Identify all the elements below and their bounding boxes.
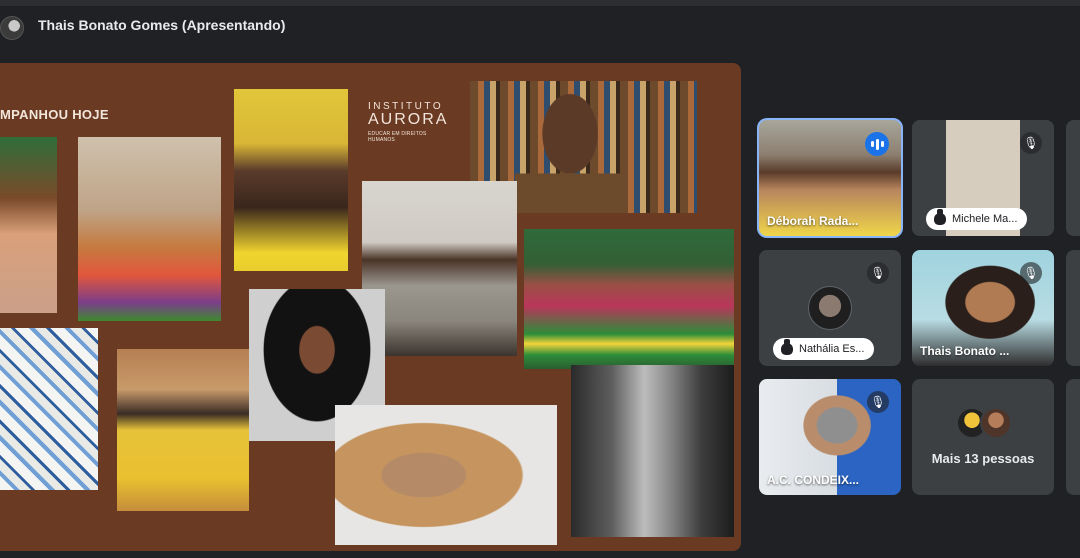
mic-off-icon: 🎙	[867, 391, 889, 413]
presenter-avatar	[0, 16, 24, 40]
more-participants-avatars	[956, 407, 1012, 439]
photo-blue-painting	[0, 328, 98, 490]
participant-name: Thais Bonato ...	[920, 344, 1010, 358]
presentation-slide: MPANHOU HOJE INSTITUTO AURORA EDUCAR EM …	[0, 63, 741, 551]
instituto-aurora-logo: INSTITUTO AURORA EDUCAR EM DIREITOS HUMA…	[368, 101, 452, 143]
presenter-title: Thais Bonato Gomes (Apresentando)	[38, 17, 286, 33]
photo-woman-bookshelf	[515, 81, 625, 213]
logo-subtitle: EDUCAR EM DIREITOS HUMANOS	[368, 131, 427, 143]
slide-heading: MPANHOU HOJE	[0, 107, 109, 122]
participant-tile[interactable]: 🎙 Michele Ma...	[912, 120, 1054, 236]
participant-tile[interactable]: Déborah Rada...	[757, 118, 903, 238]
participant-name: A.C. CONDEIX...	[767, 473, 860, 487]
mic-off-icon: 🎙	[867, 262, 889, 284]
meet-window: Thais Bonato Gomes (Apresentando) MPANHO…	[0, 0, 1080, 558]
participant-tile[interactable]: 🎙 Thais Bonato ...	[912, 250, 1054, 366]
more-participants-tile[interactable]: Mais 13 pessoas	[912, 379, 1054, 495]
participant-name-pill: Michele Ma...	[926, 208, 1028, 230]
participant-tile[interactable]: 🎙 A.C. CONDEIX...	[759, 379, 901, 495]
participant-name: Michele Ma...	[952, 213, 1018, 225]
participant-avatar	[808, 286, 852, 330]
participant-tile-partial[interactable]	[1066, 379, 1080, 495]
photo-elder-woman-yellow	[234, 89, 348, 271]
participant-tile-partial[interactable]	[1066, 250, 1080, 366]
logo-main-text: AURORA	[368, 111, 449, 128]
mic-off-icon: 🎙	[1020, 262, 1042, 284]
photo-woman-yellow-coat	[117, 349, 249, 511]
participant-name-pill: Nathália Es...	[773, 338, 875, 360]
photo-painter-bw	[571, 365, 734, 537]
raised-hand-icon	[781, 339, 793, 355]
participant-tile[interactable]: 🎙 Nathália Es...	[759, 250, 901, 366]
mic-off-icon: 🎙	[1020, 132, 1042, 154]
speaking-indicator-icon	[865, 132, 889, 156]
photo-indigenous-woman	[0, 137, 57, 313]
photo-woman-patterned-dress	[78, 137, 221, 321]
participant-tile-partial[interactable]	[1066, 120, 1080, 236]
raised-hand-icon	[934, 209, 946, 225]
participant-name: Déborah Rada...	[767, 214, 859, 228]
photo-group-brazil-flag	[524, 229, 734, 369]
photo-man-seated	[362, 181, 517, 356]
more-participants-label: Mais 13 pessoas	[931, 451, 1035, 466]
avatar	[980, 407, 1012, 439]
photo-woman-blonde-curls	[335, 405, 557, 545]
participant-name: Nathália Es...	[799, 343, 865, 355]
presenter-bar: Thais Bonato Gomes (Apresentando)	[0, 0, 1080, 44]
